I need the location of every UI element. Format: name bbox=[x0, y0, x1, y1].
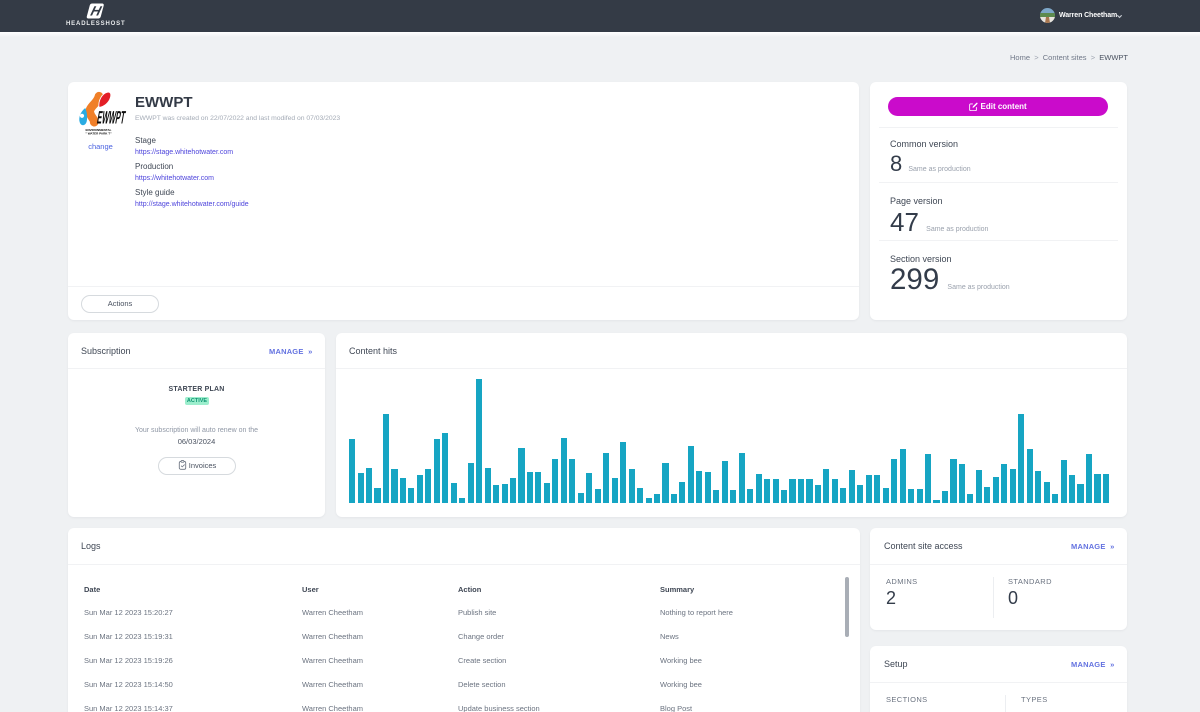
svg-text:EWWPT: EWWPT bbox=[96, 107, 127, 128]
svg-text:" WATER PARK T": " WATER PARK T" bbox=[85, 132, 112, 136]
